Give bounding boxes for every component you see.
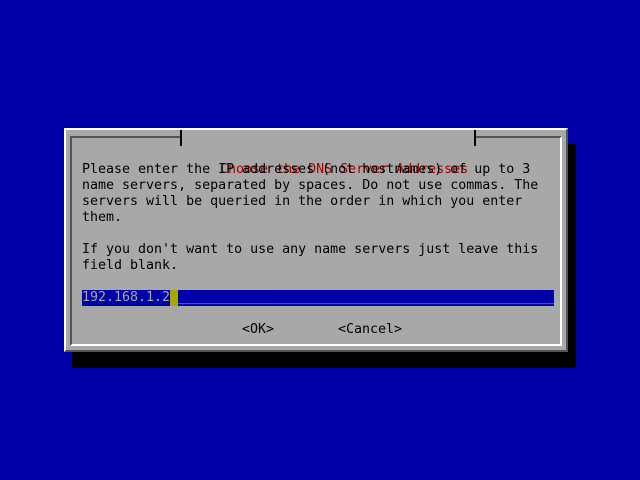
ok-button[interactable]: <OK>: [242, 322, 274, 338]
cancel-button[interactable]: <Cancel>: [338, 322, 402, 338]
dns-servers-input[interactable]: 192.168.1.2 ____________________________…: [82, 290, 554, 306]
dns-dialog: Choose the DNS Server Addresses Please e…: [64, 128, 568, 352]
title-left-bar: [180, 130, 182, 146]
dns-servers-value: 192.168.1.2: [82, 290, 171, 305]
title-right-bar: [474, 130, 477, 146]
field-padding: ________________________________________…: [178, 290, 554, 305]
instructions-paragraph: Please enter the IP addresses (not hostn…: [82, 162, 539, 225]
text-cursor: [170, 290, 178, 306]
dialog-title: Choose the DNS Server Addresses: [180, 130, 477, 177]
blank-hint-paragraph: If you don't want to use any name server…: [82, 242, 539, 273]
